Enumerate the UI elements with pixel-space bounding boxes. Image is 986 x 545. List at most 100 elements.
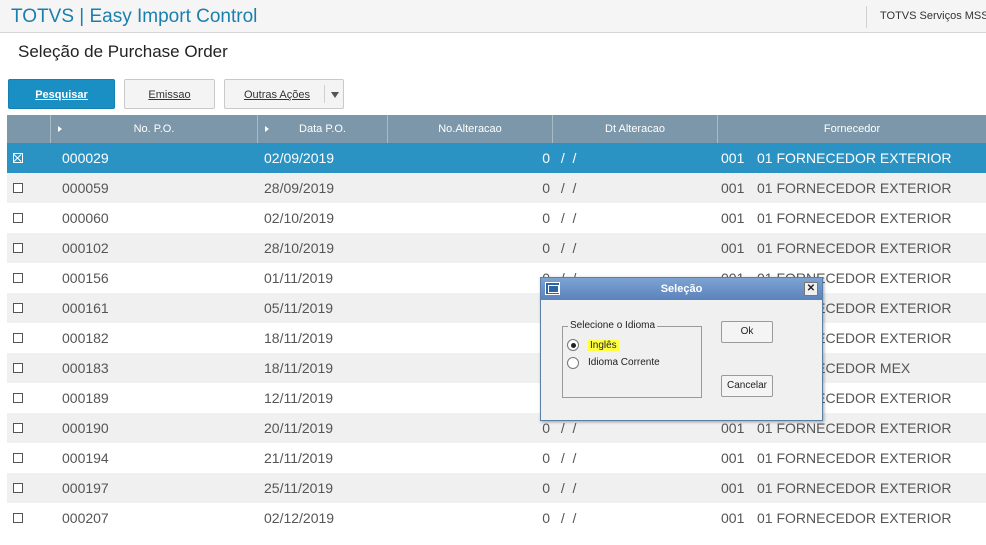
chevron-down-icon[interactable] xyxy=(331,92,339,98)
cell-alteration-date: / / xyxy=(557,510,577,526)
row-checkbox[interactable] xyxy=(13,483,23,493)
row-checkbox[interactable] xyxy=(13,183,23,193)
cell-po-date: 25/11/2019 xyxy=(264,480,334,496)
header-checkbox-column xyxy=(7,115,51,143)
dialog-title: Seleção xyxy=(660,283,703,295)
cell-supplier-code: 001 xyxy=(721,450,745,466)
table-row[interactable]: 000194 21/11/2019 0 / / 001 01 FORNECEDOR EX… xyxy=(7,443,986,473)
cell-supplier-name: 01 FORNECEDOR EXTERIOR xyxy=(757,210,952,226)
app-title: TOTVS | Easy Import Control xyxy=(11,6,258,27)
cell-po-date: 02/10/2019 xyxy=(264,210,335,226)
cell-alteration-number: 0 xyxy=(388,383,550,413)
cell-supplier-name: 01 FORNECEDOR EXTERIOR xyxy=(757,480,952,496)
cell-supplier-code: 001 xyxy=(721,510,745,526)
language-group-label: Selecione o Idioma xyxy=(568,320,658,331)
table-row[interactable]: 000102 28/10/2019 0 / / 001 01 FORNECEDOR EX… xyxy=(7,233,986,263)
header-alteration-date[interactable]: Dt Alteracao xyxy=(553,115,718,143)
table-row[interactable]: 00018318/11/20190 / /00202 FORNECEDOR ME… xyxy=(7,353,986,383)
cell-alteration-number: 0 xyxy=(542,150,550,166)
cell-alteration-number: 0 xyxy=(388,353,550,383)
row-checkbox[interactable] xyxy=(13,393,23,403)
other-actions-button[interactable]: Outras Ações xyxy=(224,79,344,109)
cell-supplier-code: 001 xyxy=(721,240,745,256)
dialog-title-bar[interactable]: Seleção ✕ xyxy=(541,278,822,300)
row-checkbox[interactable] xyxy=(13,213,23,223)
table-row[interactable]: 000190 20/11/2019 0 / /001 01 FORNECEDOR EX… xyxy=(7,413,986,443)
row-checkbox[interactable] xyxy=(13,303,23,313)
top-bar: TOTVS | Easy Import Control TOTVS Serviç… xyxy=(0,0,986,33)
sort-arrow-icon xyxy=(265,126,269,132)
radio-current-language[interactable] xyxy=(567,357,579,369)
cell-alteration-number: 0 xyxy=(388,323,550,353)
cell-po-date: 28/09/2019 xyxy=(264,180,335,196)
row-checkbox[interactable] xyxy=(13,273,23,283)
cell-alteration-number: 0 xyxy=(542,180,550,196)
cell-supplier-name: 01 FORNECEDOR EXTERIOR xyxy=(757,150,952,166)
cell-po-number: 000060 xyxy=(62,210,109,226)
row-checkbox[interactable] xyxy=(13,363,23,373)
table-row[interactable]: 00018912/11/20190 / /00101 FORNECEDOR EX… xyxy=(7,383,986,413)
cell-supplier-code: 001 xyxy=(721,150,745,166)
cell-po-number: 000029 xyxy=(62,150,109,166)
grid-header: No. P.O. Data P.O. No.Alteracao Dt Alter… xyxy=(7,115,986,143)
company-name[interactable]: TOTVS Serviços MSS xyxy=(880,10,986,22)
table-row[interactable]: 000197 25/11/2019 0 / / 001 01 FORNECEDOR EX… xyxy=(7,473,986,503)
cell-po-date: 02/12/2019 xyxy=(264,510,335,526)
other-actions-label: Outras Ações xyxy=(243,89,311,101)
radio-current-language-label[interactable]: Idioma Corrente xyxy=(588,357,660,368)
cell-supplier-code: 001 xyxy=(721,180,745,196)
row-checkbox[interactable] xyxy=(13,453,23,463)
cell-po-date: 18/11/2019 xyxy=(264,360,334,376)
cell-po-number: 000156 xyxy=(62,270,109,286)
emissao-button[interactable]: Emissao xyxy=(124,79,215,109)
header-po-date[interactable]: Data P.O. xyxy=(258,115,388,143)
table-row[interactable]: 000060 02/10/2019 0 / / 001 01 FORNECEDOR EX… xyxy=(7,203,986,233)
header-supplier[interactable]: Fornecedor xyxy=(718,115,986,143)
radio-english-label[interactable]: Inglês xyxy=(588,340,619,351)
cell-alteration-number: 0 xyxy=(388,293,550,323)
table-row[interactable]: 000029 02/09/2019 0 / / 001 01 FORNECEDOR EX… xyxy=(7,143,986,173)
cell-alteration-date: / / xyxy=(557,180,577,196)
cell-alteration-date: / / xyxy=(557,210,577,226)
row-checkbox[interactable] xyxy=(13,153,23,163)
cell-po-date: 20/11/2019 xyxy=(264,420,334,436)
cell-po-number: 000059 xyxy=(62,180,109,196)
cell-supplier-name: 01 FORNECEDOR EXTERIOR xyxy=(757,510,952,526)
cell-supplier-code: 001 xyxy=(721,210,745,226)
table-row[interactable]: 00015601/11/20190 / /00101 FORNECEDOR EX… xyxy=(7,263,986,293)
cell-po-date: 12/11/2019 xyxy=(264,390,334,406)
cell-po-number: 000183 xyxy=(62,360,109,376)
table-row[interactable]: 00018218/11/20190 / /00101 FORNECEDOR EX… xyxy=(7,323,986,353)
cancel-button[interactable]: Cancelar xyxy=(721,375,773,397)
header-po-number[interactable]: No. P.O. xyxy=(51,115,258,143)
search-button[interactable]: Pesquisar xyxy=(8,79,115,109)
header-alteration-number[interactable]: No.Alteracao xyxy=(388,115,553,143)
cell-po-number: 000102 xyxy=(62,240,109,256)
cell-po-number: 000207 xyxy=(62,510,109,526)
po-grid: No. P.O. Data P.O. No.Alteracao Dt Alter… xyxy=(7,115,986,533)
table-row[interactable]: 00016105/11/20190 / /00101 FORNECEDOR EX… xyxy=(7,293,986,323)
table-row[interactable]: 000207 02/12/2019 0 / / 001 01 FORNECEDOR EX… xyxy=(7,503,986,533)
cell-po-date: 05/11/2019 xyxy=(264,300,334,316)
cell-po-number: 000182 xyxy=(62,330,109,346)
ok-button[interactable]: Ok xyxy=(721,321,773,343)
table-row[interactable]: 000059 28/09/2019 0 / / 001 01 FORNECEDOR EX… xyxy=(7,173,986,203)
row-checkbox[interactable] xyxy=(13,513,23,523)
cell-alteration-date: / / xyxy=(557,480,577,496)
grid-body: 000029 02/09/2019 0 / / 001 01 FORNECEDOR EX… xyxy=(7,143,986,533)
cell-alteration-number: 0 xyxy=(542,240,550,256)
sort-arrow-icon xyxy=(58,126,62,132)
row-checkbox[interactable] xyxy=(13,423,23,433)
topbar-divider xyxy=(866,6,867,28)
cell-alteration-number: 0 xyxy=(542,480,550,496)
cell-po-number: 000189 xyxy=(62,390,109,406)
cell-supplier-name: 01 FORNECEDOR EXTERIOR xyxy=(757,450,952,466)
cell-alteration-number: 0 xyxy=(542,210,550,226)
window-icon xyxy=(545,282,560,295)
row-checkbox[interactable] xyxy=(13,333,23,343)
radio-english[interactable] xyxy=(567,339,579,351)
cell-alteration-number: 0 xyxy=(542,450,550,466)
row-checkbox[interactable] xyxy=(13,243,23,253)
close-icon[interactable]: ✕ xyxy=(804,282,818,296)
cell-alteration-number: 0 xyxy=(542,510,550,526)
